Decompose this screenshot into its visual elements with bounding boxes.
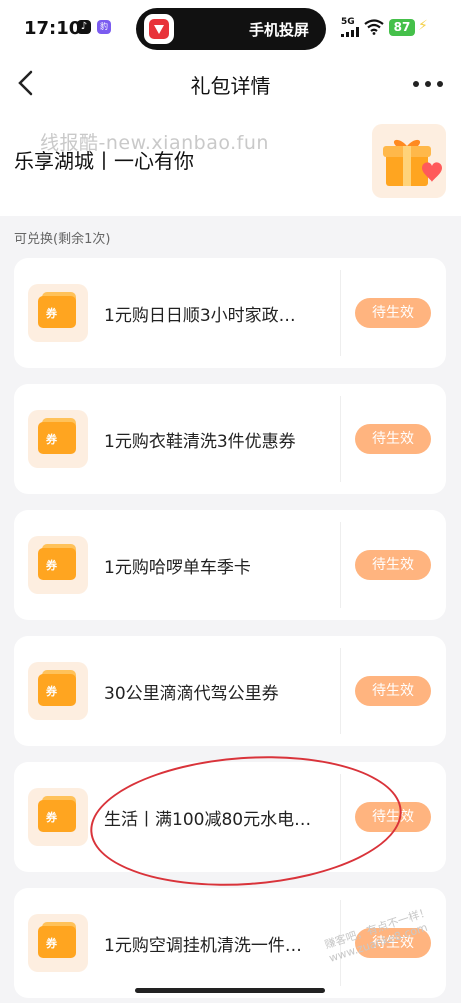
coupon-title: 1元购衣鞋清洗3件优惠券 — [104, 432, 296, 452]
coupon-icon-label: 券 — [46, 307, 57, 320]
coupon-title: 1元购哈啰单车季卡 — [104, 558, 251, 578]
coupon-icon: 券 — [28, 536, 88, 594]
coupon-card[interactable]: 券 30公里滴滴代驾公里券 待生效 — [14, 636, 446, 746]
coupon-icon-label: 券 — [46, 811, 57, 824]
coupon-icon: 券 — [28, 410, 88, 468]
coupon-card[interactable]: 券 1元购日日顺3小时家政… 待生效 — [14, 258, 446, 368]
card-divider — [340, 522, 341, 608]
wifi-icon — [364, 19, 384, 35]
app-notification-icon: 豹 — [97, 20, 111, 34]
coupon-icon: 券 — [28, 284, 88, 342]
pending-status-button[interactable]: 待生效 — [355, 676, 431, 706]
coupon-card[interactable]: 券 1元购衣鞋清洗3件优惠券 待生效 — [14, 384, 446, 494]
screen-cast-label: 手机投屏 — [249, 21, 310, 39]
coupon-icon: 券 — [28, 662, 88, 720]
status-bar: 17:10 ♪ 豹 手机投屏 5G 87 ⚡ — [0, 0, 461, 56]
gift-package-name: 乐享湖城丨一心有你 — [14, 149, 194, 173]
pending-status-button[interactable]: 待生效 — [355, 298, 431, 328]
coupon-icon-label: 券 — [46, 685, 57, 698]
coupon-icon-label: 券 — [46, 433, 57, 446]
more-options-icon[interactable] — [410, 72, 446, 96]
clock: 17:10 — [24, 18, 82, 39]
signal-icon: 5G — [341, 17, 359, 40]
top-nav-bar: 礼包详情 — [0, 56, 461, 112]
pending-status-button[interactable]: 待生效 — [355, 424, 431, 454]
battery-indicator: 87 — [389, 19, 415, 36]
screen-cast-pill[interactable]: 手机投屏 — [136, 8, 326, 50]
pending-status-button[interactable]: 待生效 — [355, 550, 431, 580]
tiktok-icon: ♪ — [77, 20, 91, 34]
redeemable-section-label: 可兑换(剩余1次) — [14, 232, 111, 247]
coupon-icon-label: 券 — [46, 559, 57, 572]
coupon-icon: 券 — [28, 914, 88, 972]
gift-package-header: 线报酷-new.xianbao.fun 乐享湖城丨一心有你 — [0, 112, 461, 216]
page-title: 礼包详情 — [190, 74, 271, 98]
charging-icon: ⚡ — [418, 18, 428, 34]
gift-box-icon — [372, 124, 446, 198]
coupon-icon: 券 — [28, 788, 88, 846]
cast-app-icon — [144, 14, 174, 44]
card-divider — [340, 648, 341, 734]
coupon-title: 1元购空调挂机清洗一件… — [104, 936, 302, 956]
card-divider — [340, 270, 341, 356]
coupon-title: 1元购日日顺3小时家政… — [104, 306, 296, 326]
home-indicator[interactable] — [135, 988, 325, 993]
coupon-card[interactable]: 券 1元购哈啰单车季卡 待生效 — [14, 510, 446, 620]
coupon-icon-label: 券 — [46, 937, 57, 950]
card-divider — [340, 396, 341, 482]
coupon-title: 30公里滴滴代驾公里券 — [104, 684, 279, 704]
network-type: 5G — [341, 17, 355, 27]
